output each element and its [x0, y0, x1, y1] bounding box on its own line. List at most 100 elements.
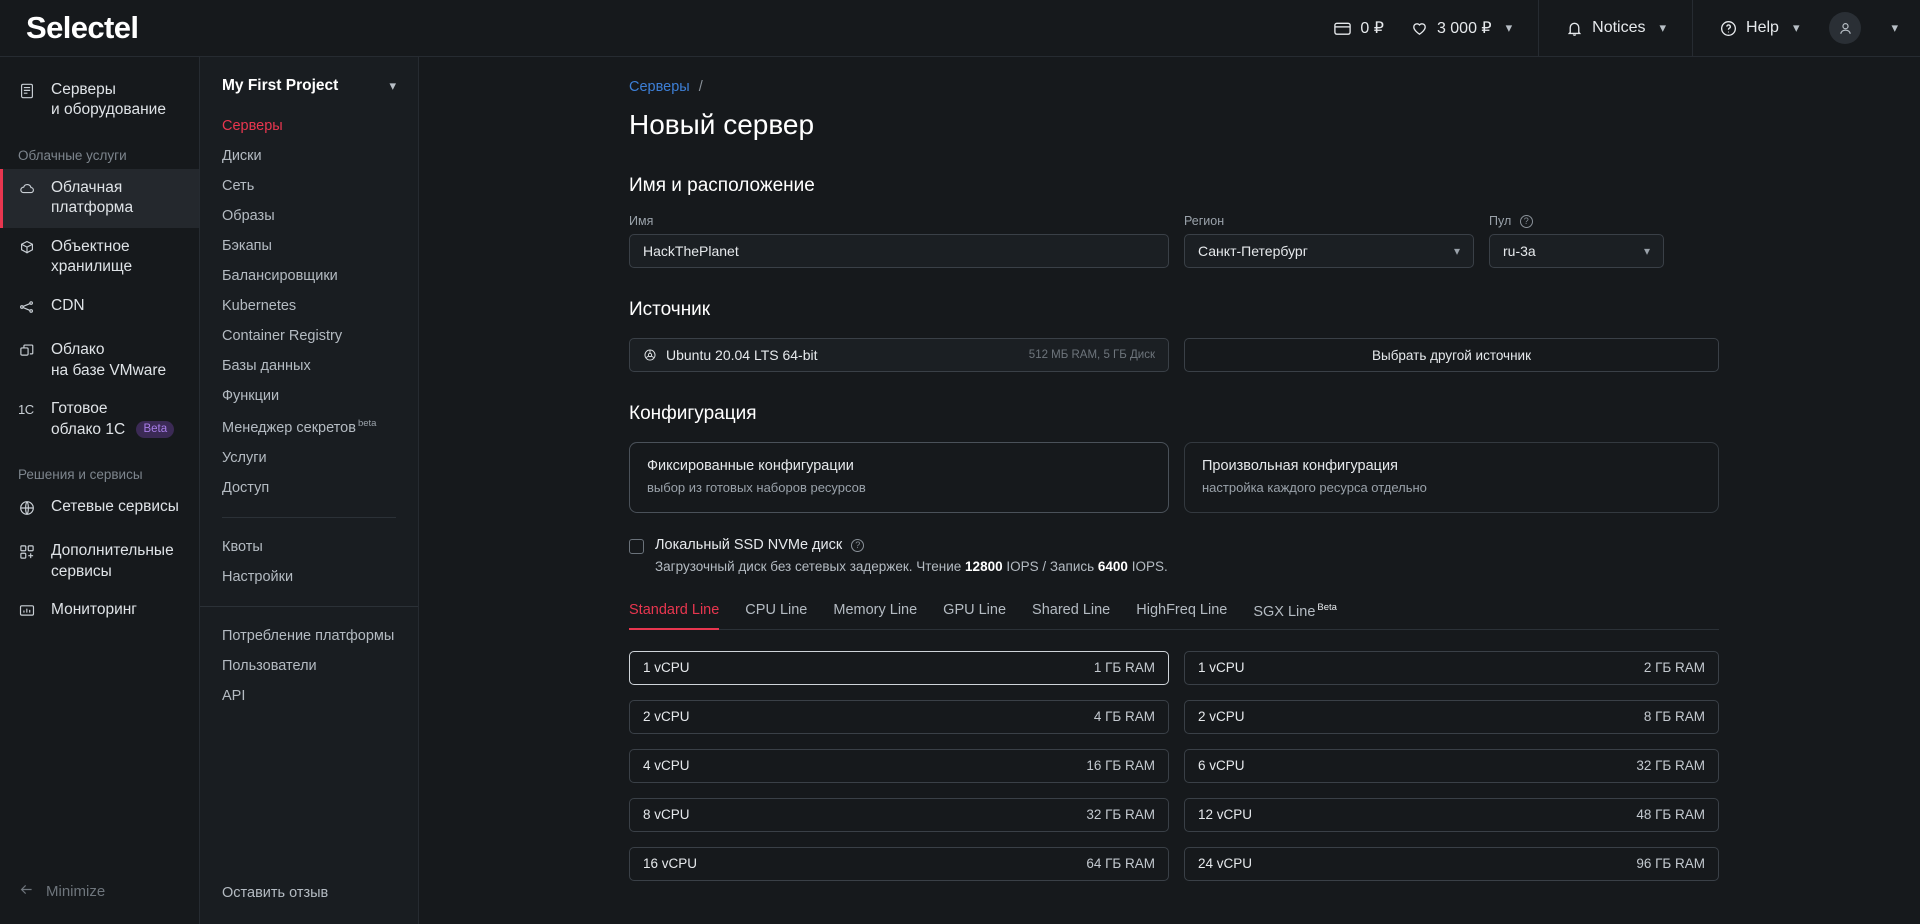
sidebar-item-servers[interactable]: Серверыи оборудование	[0, 71, 199, 130]
flavor-cpu: 8 vCPU	[643, 807, 690, 822]
config-card-custom[interactable]: Произвольная конфигурация настройка кажд…	[1184, 442, 1719, 513]
sidebar-group-cloud: Облачные услуги	[0, 130, 199, 169]
project-nav-functions[interactable]: Функции	[200, 381, 418, 411]
bell-icon	[1565, 19, 1584, 38]
project-nav-container-registry[interactable]: Container Registry	[200, 321, 418, 351]
tab-standard-line[interactable]: Standard Line	[629, 602, 732, 629]
server-name-input[interactable]	[629, 234, 1169, 268]
vmware-icon	[18, 342, 38, 366]
chevron-down-icon[interactable]: ▾	[1660, 20, 1667, 36]
local-ssd-checkbox[interactable]	[629, 539, 644, 554]
sidebar-item-additional-services[interactable]: Дополнительныесервисы	[0, 532, 199, 591]
sidebar-item-object-storage[interactable]: Объектноехранилище	[0, 228, 199, 287]
region-field-label: Регион	[1184, 214, 1474, 228]
flavor-option[interactable]: 24 vCPU 96 ГБ RAM	[1184, 847, 1719, 881]
choose-other-source-button[interactable]: Выбрать другой источник	[1184, 338, 1719, 372]
project-nav-images[interactable]: Образы	[200, 201, 418, 231]
minimize-button[interactable]: Minimize	[0, 881, 199, 924]
project-selector[interactable]: My First Project ▾	[200, 71, 418, 101]
flavor-ram: 64 ГБ RAM	[1086, 856, 1155, 871]
project-nav-kubernetes[interactable]: Kubernetes	[200, 291, 418, 321]
project-nav-api[interactable]: API	[200, 681, 418, 711]
chevron-down-icon[interactable]: ▾	[1793, 20, 1800, 36]
apps-icon	[18, 543, 38, 567]
flavor-cpu: 1 vCPU	[1198, 660, 1245, 675]
sidebar-item-monitoring[interactable]: Мониторинг	[0, 591, 199, 635]
account-chevron-down-icon[interactable]: ▾	[1891, 20, 1898, 36]
project-name: My First Project	[222, 77, 338, 95]
project-nav-servers[interactable]: Серверы	[200, 111, 418, 141]
config-card-fixed[interactable]: Фиксированные конфигурации выбор из гото…	[629, 442, 1169, 513]
flavor-option[interactable]: 1 vCPU 2 ГБ RAM	[1184, 651, 1719, 685]
chevron-down-icon: ▾	[1454, 244, 1460, 258]
project-nav-access[interactable]: Доступ	[200, 473, 418, 503]
project-nav-backups[interactable]: Бэкапы	[200, 231, 418, 261]
flavor-ram: 8 ГБ RAM	[1644, 709, 1705, 724]
tab-cpu-line[interactable]: CPU Line	[732, 602, 820, 629]
project-nav-secrets-manager[interactable]: Менеджер секретовbeta	[200, 411, 418, 443]
ssd-write-iops: 6400	[1098, 559, 1128, 574]
card-icon	[1333, 19, 1352, 38]
flavor-option[interactable]: 1 vCPU 1 ГБ RAM	[629, 651, 1169, 685]
monitor-icon	[18, 602, 38, 626]
tab-memory-line[interactable]: Memory Line	[820, 602, 930, 629]
flavor-option[interactable]: 4 vCPU 16 ГБ RAM	[629, 749, 1169, 783]
help-menu[interactable]: Help ▾	[1719, 19, 1799, 38]
project-nav-divider-1	[222, 517, 396, 518]
flavor-option[interactable]: 2 vCPU 8 ГБ RAM	[1184, 700, 1719, 734]
region-select[interactable]: Санкт-Петербург ▾	[1184, 234, 1474, 268]
flavor-option[interactable]: 8 vCPU 32 ГБ RAM	[629, 798, 1169, 832]
project-nav-balancers[interactable]: Балансировщики	[200, 261, 418, 291]
flavor-cpu: 16 vCPU	[643, 856, 697, 871]
flavor-ram: 1 ГБ RAM	[1094, 660, 1155, 675]
help-circle-icon[interactable]: ?	[851, 539, 864, 552]
project-nav-platform-consumption[interactable]: Потребление платформы	[200, 621, 418, 651]
local-ssd-label-wrap: Локальный SSD NVMe диск ?	[655, 537, 1168, 553]
notices-menu[interactable]: Notices ▾	[1565, 19, 1666, 38]
pool-select[interactable]: ru-3a ▾	[1489, 234, 1664, 268]
question-icon	[1719, 19, 1738, 38]
flavor-option[interactable]: 6 vCPU 32 ГБ RAM	[1184, 749, 1719, 783]
flavor-option[interactable]: 12 vCPU 48 ГБ RAM	[1184, 798, 1719, 832]
ssd-desc-suffix: IOPS.	[1128, 559, 1168, 574]
flavor-option[interactable]: 2 vCPU 4 ГБ RAM	[629, 700, 1169, 734]
cube-icon	[18, 239, 38, 263]
project-nav-users[interactable]: Пользователи	[200, 651, 418, 681]
region-value: Санкт-Петербург	[1198, 243, 1308, 259]
project-nav-databases[interactable]: Базы данных	[200, 351, 418, 381]
local-ssd-label: Локальный SSD NVMe диск	[655, 537, 842, 553]
balance-widget[interactable]: 0 ₽	[1333, 18, 1384, 38]
flavor-option[interactable]: 16 vCPU 64 ГБ RAM	[629, 847, 1169, 881]
project-nav-network[interactable]: Сеть	[200, 171, 418, 201]
pool-field-label: Пул ?	[1489, 214, 1664, 228]
breadcrumb-link-servers[interactable]: Серверы	[629, 79, 690, 95]
tab-shared-line[interactable]: Shared Line	[1019, 602, 1123, 629]
flavor-ram: 48 ГБ RAM	[1636, 807, 1705, 822]
sidebar-item-cdn[interactable]: CDN	[0, 287, 199, 331]
tab-highfreq-line[interactable]: HighFreq Line	[1123, 602, 1240, 629]
project-nav-disks[interactable]: Диски	[200, 141, 418, 171]
source-os-card[interactable]: Ubuntu 20.04 LTS 64-bit 512 МБ RAM, 5 ГБ…	[629, 338, 1169, 372]
tab-gpu-line[interactable]: GPU Line	[930, 602, 1019, 629]
ubuntu-icon	[643, 348, 657, 362]
user-avatar-icon[interactable]	[1829, 12, 1861, 44]
sidebar-item-1c-cloud[interactable]: 1C Готовоеоблако 1С Beta	[0, 390, 199, 449]
leave-feedback-link[interactable]: Оставить отзыв	[222, 885, 328, 901]
sidebar-item-cloud-platform[interactable]: Облачнаяплатформа	[0, 169, 199, 228]
help-circle-icon[interactable]: ?	[1520, 215, 1533, 228]
sidebar-item-vmware-cloud[interactable]: Облакона базе VMware	[0, 331, 199, 390]
flavor-line-tabs: Standard Line CPU Line Memory Line GPU L…	[629, 602, 1719, 630]
sidebar-item-network-services[interactable]: Сетевые сервисы	[0, 488, 199, 532]
tab-sgx-line[interactable]: SGX LineBeta	[1240, 602, 1350, 629]
chevron-down-icon[interactable]: ▾	[1506, 20, 1513, 36]
bonus-widget[interactable]: 3 000 ₽ ▾	[1410, 18, 1512, 38]
selectel-logo[interactable]: Selectel	[26, 10, 138, 46]
chevron-down-icon[interactable]: ▾	[389, 78, 396, 94]
project-nav-settings[interactable]: Настройки	[200, 562, 418, 592]
project-nav-quotas[interactable]: Квоты	[200, 532, 418, 562]
ssd-desc-mid: IOPS / Запись	[1003, 559, 1098, 574]
project-nav-services[interactable]: Услуги	[200, 443, 418, 473]
configuration-cards-row: Фиксированные конфигурации выбор из гото…	[629, 442, 1719, 513]
pool-label-text: Пул	[1489, 214, 1511, 228]
breadcrumb-separator: /	[699, 79, 703, 95]
